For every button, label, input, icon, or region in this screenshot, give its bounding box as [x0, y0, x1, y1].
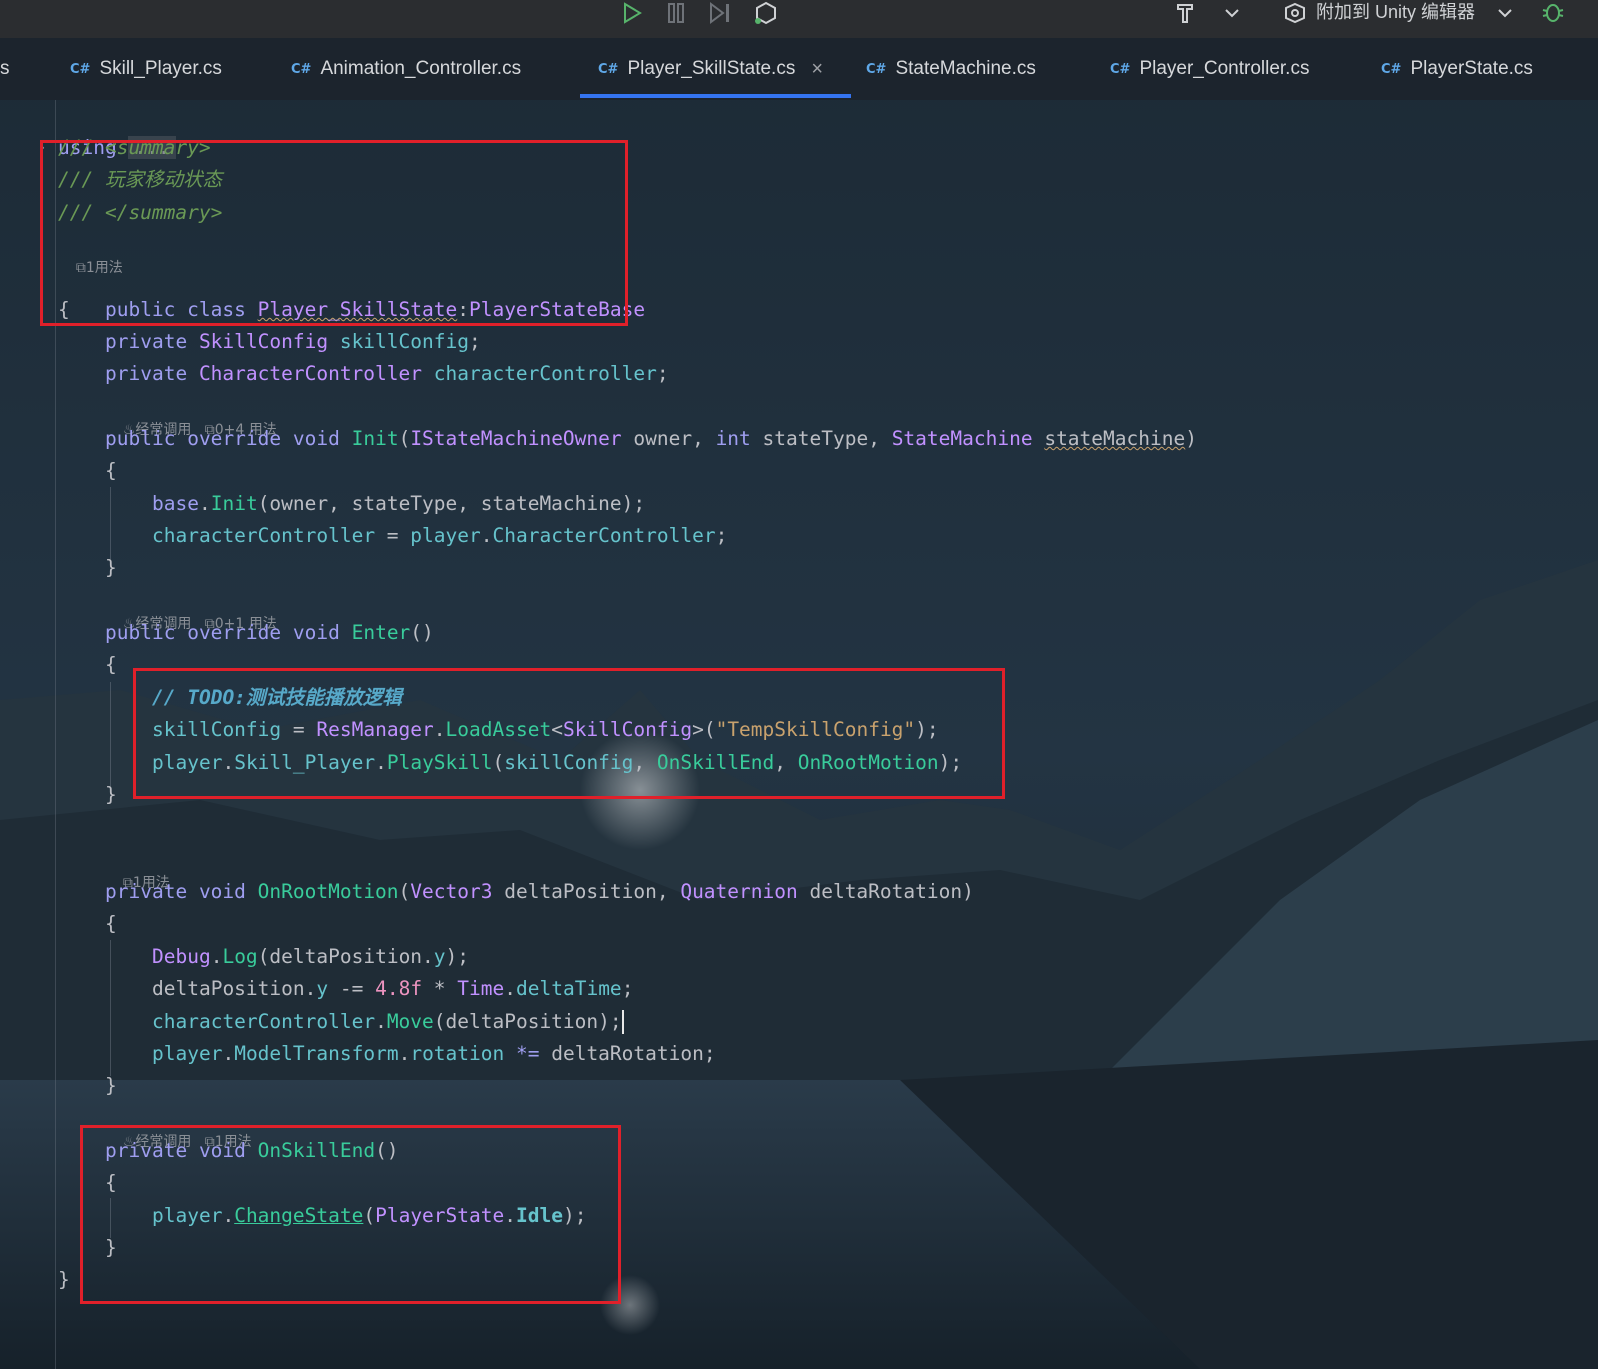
- code-line[interactable]: {: [105, 455, 117, 487]
- hammer-icon[interactable]: [1172, 0, 1198, 26]
- pause-icon[interactable]: [664, 0, 688, 26]
- tab-label: PlayerState.cs: [1410, 58, 1533, 79]
- attach-icon[interactable]: [1282, 0, 1308, 26]
- code-line[interactable]: private CharacterController characterCon…: [105, 358, 669, 390]
- code-line[interactable]: private SkillConfig skillConfig;: [105, 326, 481, 358]
- number-literal: 4.8f: [375, 977, 423, 1000]
- indent-guide: [110, 682, 111, 786]
- tab-animation-controller[interactable]: C# Animation_Controller.cs: [291, 38, 521, 100]
- csharp-icon: C#: [70, 61, 91, 77]
- tab-label: Animation_Controller.cs: [320, 58, 522, 79]
- text-cursor: [622, 1010, 624, 1034]
- title-bar: 附加到 Unity 编辑器: [0, 0, 1598, 38]
- step-icon[interactable]: [708, 0, 732, 26]
- indent-guide: [110, 487, 111, 559]
- csharp-icon: C#: [1381, 61, 1402, 77]
- code-line[interactable]: deltaPosition.y -= 4.8f * Time.deltaTime…: [152, 973, 633, 1005]
- tab-statemachine[interactable]: C# StateMachine.cs: [866, 38, 1036, 100]
- usage-hint[interactable]: ♨经常调用 ⧉0+1 用法: [105, 591, 277, 632]
- close-icon[interactable]: ×: [811, 58, 823, 81]
- tab-player-controller[interactable]: C# Player_Controller.cs: [1110, 38, 1309, 100]
- chevron-down-icon[interactable]: [1222, 0, 1242, 26]
- tab-playerstate[interactable]: C# PlayerState.cs: [1381, 38, 1533, 100]
- tab-label: Player_Controller.cs: [1139, 58, 1310, 79]
- attach-unity-label[interactable]: 附加到 Unity 编辑器: [1316, 0, 1475, 22]
- tab-skill-player[interactable]: C# Skill_Player.cs: [70, 38, 222, 100]
- tab-player-skillstate[interactable]: C# Player_SkillState.cs ×: [579, 38, 852, 100]
- code-line[interactable]: private void OnRootMotion(Vector3 deltaP…: [105, 876, 974, 908]
- tab-partial[interactable]: s: [0, 38, 10, 100]
- code-line-using[interactable]: › using ...: [0, 100, 176, 159]
- indent-guide: [110, 940, 111, 1076]
- unity-icon[interactable]: [752, 0, 780, 26]
- code-line[interactable]: }: [58, 1264, 70, 1296]
- highlight-box-class-header: [40, 140, 628, 326]
- code-line[interactable]: Debug.Log(deltaPosition.y);: [152, 941, 469, 973]
- csharp-icon: C#: [291, 61, 312, 77]
- highlight-box-onskillend: [80, 1125, 621, 1304]
- code-line[interactable]: characterController = player.CharacterCo…: [152, 520, 727, 552]
- tab-label: Skill_Player.cs: [99, 58, 222, 79]
- code-line[interactable]: public override void Init(IStateMachineO…: [105, 423, 1197, 455]
- attach-chevron-icon[interactable]: [1496, 0, 1514, 26]
- usage-hint[interactable]: ♨经常调用 ⧉0+4 用法: [105, 397, 277, 438]
- tab-label: StateMachine.cs: [895, 58, 1036, 79]
- tab-label: Player_SkillState.cs: [627, 58, 796, 79]
- csharp-icon: C#: [866, 61, 887, 77]
- code-line[interactable]: {: [105, 908, 117, 940]
- code-line[interactable]: characterController.Move(deltaPosition);: [152, 1006, 622, 1038]
- code-line[interactable]: public override void Enter(): [105, 617, 434, 649]
- highlight-box-enter-body: [133, 668, 1005, 799]
- csharp-icon: C#: [1110, 61, 1131, 77]
- csharp-icon: C#: [598, 61, 619, 77]
- code-line[interactable]: player.ModelTransform.rotation *= deltaR…: [152, 1038, 716, 1070]
- code-line[interactable]: {: [105, 649, 117, 681]
- code-line[interactable]: base.Init(owner, stateType, stateMachine…: [152, 488, 645, 520]
- usage-hint[interactable]: ⧉1用法: [105, 850, 170, 891]
- run-icon[interactable]: [620, 0, 644, 26]
- editor-tab-bar: s C# Skill_Player.cs C# Animation_Contro…: [0, 38, 1598, 100]
- debug-bug-icon[interactable]: [1540, 0, 1566, 26]
